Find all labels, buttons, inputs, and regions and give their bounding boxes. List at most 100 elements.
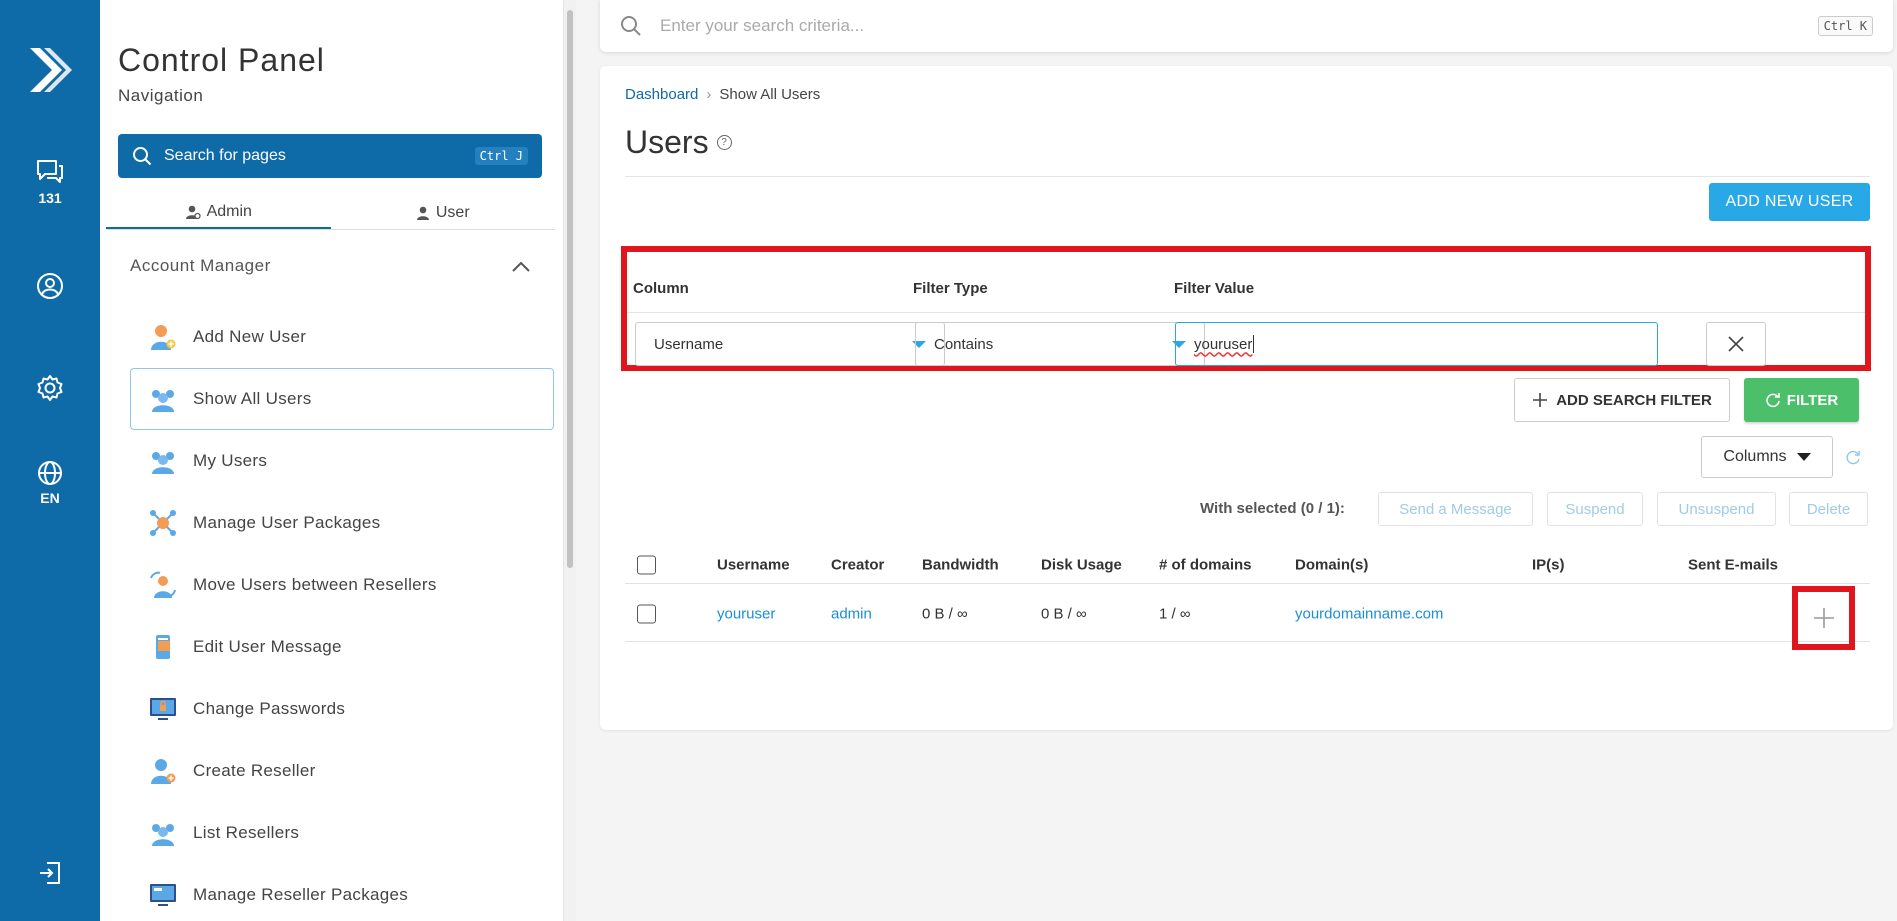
sidebar-item-label: List Resellers [193, 823, 300, 842]
refresh-icon [1766, 393, 1780, 408]
add-search-filter-button[interactable]: ADD SEARCH FILTER [1514, 378, 1730, 422]
page-search-shortcut: Ctrl J [474, 147, 528, 165]
columns-dropdown[interactable]: Columns [1701, 436, 1833, 478]
header-domains[interactable]: Domain(s) [1295, 556, 1368, 573]
breadcrumb: Dashboard › Show All Users [625, 86, 820, 103]
logout-icon [40, 862, 60, 884]
tab-user-label: User [435, 203, 470, 221]
package-network-icon [147, 507, 179, 539]
breadcrumb-dashboard-link[interactable]: Dashboard [625, 86, 698, 103]
filter-type-select[interactable]: Contains [915, 322, 1205, 366]
filter-value-header: Filter Value [1174, 280, 1255, 297]
sidebar-item-label: Show All Users [193, 389, 312, 408]
sidebar-item-show-all-users[interactable]: Show All Users [130, 368, 554, 430]
page-title: Users ? [625, 124, 732, 161]
sidebar-item-add-new-user[interactable]: Add New User [130, 306, 554, 368]
add-new-user-button[interactable]: ADD NEW USER [1709, 183, 1870, 221]
sidebar-title: Control Panel [118, 42, 325, 78]
sidebar-item-my-users[interactable]: My Users [130, 430, 554, 492]
monitor-icon [147, 879, 179, 911]
tab-admin-label: Admin [206, 202, 252, 220]
refresh-icon[interactable] [1844, 449, 1862, 467]
messages-button[interactable]: 131 [0, 158, 100, 206]
header-domain-count[interactable]: # of domains [1159, 556, 1252, 573]
global-search-shortcut: Ctrl K [1817, 16, 1873, 36]
sidebar-item-manage-reseller-packages[interactable]: Manage Reseller Packages [130, 864, 554, 921]
sidebar-subtitle: Navigation [118, 86, 204, 105]
message-icon [147, 631, 179, 663]
help-icon[interactable]: ? [716, 135, 732, 150]
expand-row-button[interactable] [1792, 586, 1855, 650]
sidebar-item-label: Add New User [193, 327, 307, 346]
sidebar: Control Panel Navigation Search for page… [100, 0, 564, 921]
sidebar-item-list-resellers[interactable]: List Resellers [130, 802, 554, 864]
chat-icon [37, 160, 63, 183]
sidebar-item-manage-user-packages[interactable]: Manage User Packages [130, 492, 554, 554]
plus-icon [1813, 608, 1834, 628]
sidebar-item-label: Change Passwords [193, 699, 346, 718]
account-manager-section[interactable]: Account Manager [130, 256, 530, 276]
gear-icon [37, 375, 63, 401]
page-search-button[interactable]: Search for pages Ctrl J [118, 134, 542, 178]
add-search-filter-label: ADD SEARCH FILTER [1556, 391, 1712, 409]
filter-button-label: FILTER [1786, 391, 1839, 409]
scrollbar-thumb[interactable] [567, 10, 573, 568]
level-tabs: Admin User [106, 196, 555, 230]
account-manager-menu: Add New User Show All Users My Users Man… [130, 306, 554, 921]
users-icon [147, 817, 179, 849]
filter-value-input[interactable]: youruser [1175, 322, 1658, 366]
sidebar-item-label: Move Users between Resellers [193, 575, 437, 594]
sidebar-item-edit-user-message[interactable]: Edit User Message [130, 616, 554, 678]
sidebar-item-create-reseller[interactable]: Create Reseller [130, 740, 554, 802]
users-icon [147, 445, 179, 477]
sidebar-item-label: Manage User Packages [193, 513, 381, 532]
table-header: Username Creator Bandwidth Disk Usage # … [625, 546, 1870, 584]
column-select-value: Username [654, 335, 724, 353]
username-link[interactable]: youruser [717, 605, 775, 622]
unsuspend-button[interactable]: Unsuspend [1657, 492, 1776, 526]
search-filter-panel: Column Filter Type Filter Value Username… [621, 246, 1871, 371]
tab-admin[interactable]: Admin [106, 196, 331, 229]
logout-button[interactable] [0, 860, 100, 886]
sidebar-item-move-users[interactable]: Move Users between Resellers [130, 554, 554, 616]
sidebar-item-label: My Users [193, 451, 268, 470]
filter-type-header: Filter Type [913, 280, 988, 297]
column-select[interactable]: Username [635, 322, 945, 366]
settings-button[interactable] [0, 374, 100, 402]
header-ips[interactable]: IP(s) [1532, 556, 1565, 573]
language-label: EN [40, 490, 60, 506]
monitor-lock-icon [147, 693, 179, 725]
chevron-up-icon [512, 261, 530, 272]
account-button[interactable] [0, 272, 100, 300]
language-button[interactable]: EN [0, 460, 100, 506]
creator-link[interactable]: admin [831, 605, 872, 622]
header-disk-usage[interactable]: Disk Usage [1041, 556, 1122, 573]
header-creator[interactable]: Creator [831, 556, 884, 573]
delete-button[interactable]: Delete [1789, 492, 1868, 526]
search-icon [621, 16, 641, 36]
user-move-icon [147, 569, 179, 601]
header-username[interactable]: Username [717, 556, 790, 573]
global-search-input[interactable] [660, 16, 1818, 36]
domain-link[interactable]: yourdomainname.com [1295, 605, 1443, 622]
filter-type-value: Contains [934, 335, 994, 353]
send-message-button[interactable]: Send a Message [1378, 492, 1533, 526]
breadcrumb-current: Show All Users [719, 86, 821, 103]
logo-icon[interactable] [26, 42, 74, 98]
select-all-checkbox[interactable] [637, 555, 656, 574]
suspend-button[interactable]: Suspend [1547, 492, 1643, 526]
columns-label: Columns [1723, 448, 1787, 465]
tab-user[interactable]: User [331, 196, 556, 229]
remove-filter-button[interactable] [1706, 322, 1766, 366]
header-sent-emails[interactable]: Sent E-mails [1688, 556, 1778, 573]
caret-down-icon [1796, 453, 1811, 461]
sidebar-item-change-passwords[interactable]: Change Passwords [130, 678, 554, 740]
filter-button[interactable]: FILTER [1744, 378, 1859, 422]
header-bandwidth[interactable]: Bandwidth [922, 556, 999, 573]
row-checkbox[interactable] [637, 604, 656, 623]
sidebar-scrollbar[interactable] [564, 0, 576, 921]
filter-value-text: youruser [1194, 335, 1253, 353]
disk-usage-value: 0 B / ∞ [1041, 605, 1087, 622]
column-header: Column [633, 280, 689, 297]
sidebar-item-label: Create Reseller [193, 761, 316, 780]
